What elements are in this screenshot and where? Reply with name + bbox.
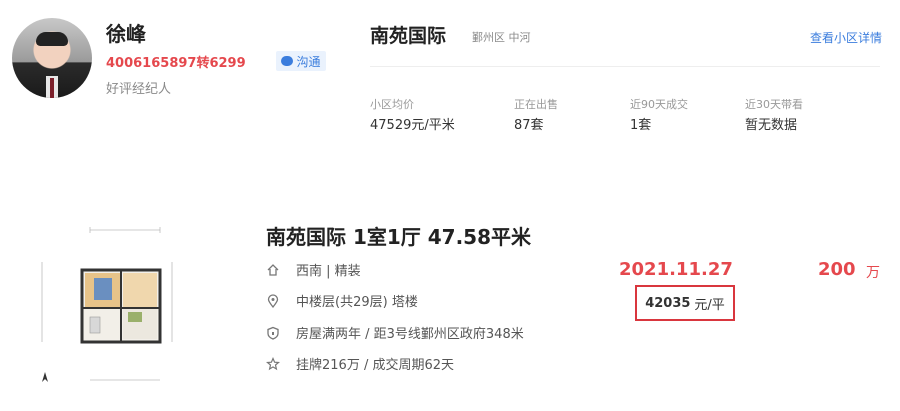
- agent-avatar[interactable]: [12, 18, 92, 98]
- listing-title[interactable]: 南苑国际 1室1厅 47.58平米: [266, 221, 531, 250]
- stat-30day-viewings-label: 近30天带看: [745, 98, 803, 111]
- agent-name[interactable]: 徐峰: [106, 18, 146, 47]
- community-detail-link[interactable]: 查看小区详情: [810, 29, 882, 46]
- stat-90day-deals-value: 1套: [630, 118, 652, 133]
- stat-on-sale-value: 87套: [514, 118, 544, 133]
- total-price-unit: 万: [866, 265, 880, 281]
- listing-orientation: 西南 | 精装: [296, 264, 361, 279]
- avatar-hair: [36, 32, 68, 46]
- total-price: 200: [818, 259, 856, 280]
- agent-phone: 4006165897转6299: [106, 56, 246, 71]
- agent-title: 好评经纪人: [106, 82, 172, 97]
- listing-orientation-row: 西南 | 精装: [266, 260, 361, 279]
- listing-floor-row: 中楼层(共29层) 塔楼: [266, 291, 418, 310]
- listing-features: 房屋满两年 / 距3号线鄞州区政府348米: [296, 327, 524, 342]
- listing-info-row: 挂牌216万 / 成交周期62天: [266, 354, 454, 373]
- listing-info: 挂牌216万 / 成交周期62天: [296, 358, 454, 373]
- listing-floor: 中楼层(共29层) 塔楼: [296, 295, 418, 310]
- community-name[interactable]: 南苑国际: [370, 21, 446, 48]
- house-icon: [266, 263, 280, 277]
- avatar-tie: [50, 78, 54, 98]
- chat-button[interactable]: 沟通: [276, 51, 326, 71]
- compass-icon: [42, 372, 48, 382]
- message-bubble-icon: [281, 56, 294, 66]
- unit-price-value: 42035: [645, 295, 691, 311]
- floor-plan-image[interactable]: [32, 222, 182, 387]
- community-divider: [370, 66, 880, 67]
- shield-icon: [266, 326, 280, 340]
- location-pin-icon: [266, 293, 280, 308]
- stat-90day-deals-label: 近90天成交: [630, 98, 688, 111]
- stat-on-sale-label: 正在出售: [514, 98, 558, 111]
- deal-date: 2021.11.27: [619, 259, 733, 280]
- stat-30day-viewings-value: 暂无数据: [745, 118, 798, 133]
- stat-avg-price-value: 47529元/平米: [370, 118, 455, 133]
- listing-features-row: 房屋满两年 / 距3号线鄞州区政府348米: [266, 323, 524, 342]
- stat-avg-price-label: 小区均价: [370, 98, 414, 111]
- community-location: 鄞州区 中河: [472, 31, 531, 44]
- unit-price-suffix: 元/平: [694, 297, 725, 313]
- star-icon: [266, 356, 280, 371]
- unit-price-highlight: 42035 元/平: [635, 285, 735, 321]
- chat-button-label: 沟通: [296, 54, 321, 69]
